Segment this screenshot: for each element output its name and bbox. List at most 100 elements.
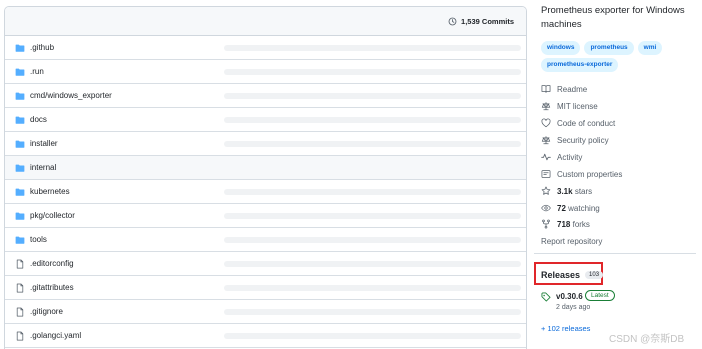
custom-properties-label: Custom properties [557,169,623,179]
file-name[interactable]: .run [30,67,44,76]
commit-message-placeholder [224,261,521,267]
file-name[interactable]: installer [30,139,58,148]
tag-icon [541,292,551,302]
file-name[interactable]: pkg/collector [30,211,75,220]
release-date: 2 days ago [556,304,591,311]
file-name[interactable]: kubernetes [30,187,70,196]
license-label: MIT license [557,101,598,111]
folder-icon [15,44,25,52]
pulse-icon [541,153,551,161]
conduct-label: Code of conduct [557,118,616,128]
commit-message-placeholder [224,285,521,291]
heart-icon [541,118,551,128]
commits-link[interactable]: 1,539 Commits [448,17,514,26]
file-list-header: 1,539 Commits [5,7,526,36]
security-label: Security policy [557,135,609,145]
file-name[interactable]: .gitattributes [30,283,74,292]
commit-message-placeholder [224,237,521,243]
file-row-cmd[interactable]: cmd/windows_exporter [5,84,526,108]
stars-count: 3.1k [557,186,573,196]
custom-properties-link[interactable]: Custom properties [541,169,622,179]
folder-icon [15,164,25,172]
commit-message-placeholder [224,309,521,315]
file-row-gitattributes[interactable]: .gitattributes [5,276,526,300]
law-icon [541,136,551,145]
latest-badge: Latest [585,290,615,301]
repo-description: Prometheus exporter for Windows machines [541,5,685,30]
file-row-internal[interactable]: internal [5,156,526,180]
readme-label: Readme [557,84,588,94]
commit-message-placeholder [224,213,521,219]
file-icon [16,307,24,317]
commit-message-placeholder [224,69,521,75]
file-row-gitignore[interactable]: .gitignore [5,300,526,324]
file-name[interactable]: .editorconfig [30,259,74,268]
repo-sidebar: Prometheus exporter for Windows machines… [534,0,702,349]
file-name[interactable]: docs [30,115,47,124]
topic-windows[interactable]: windows [541,41,581,55]
security-policy-link[interactable]: Security policy [541,135,609,145]
forks-label: forks [572,219,590,229]
activity-label: Activity [557,152,583,162]
file-name[interactable]: internal [30,163,56,172]
commit-message-placeholder [224,141,521,147]
folder-icon [15,68,25,76]
folder-icon [15,92,25,100]
forks-link[interactable]: 718 forks [541,219,590,229]
forks-count: 718 [557,219,571,229]
file-row-pkg-collector[interactable]: pkg/collector [5,204,526,228]
topics-list: windows prometheus wmi prometheus-export… [541,41,696,72]
file-name[interactable]: cmd/windows_exporter [30,91,112,100]
topic-wmi[interactable]: wmi [637,41,663,55]
file-row-run[interactable]: .run [5,60,526,84]
watching-label: watching [568,203,600,213]
file-name[interactable]: tools [30,235,47,244]
readme-link[interactable]: Readme [541,84,587,94]
watermark: CSDN @奈斯DB [609,334,685,345]
latest-release-link[interactable]: v0.30.6 [556,292,583,301]
commits-label: 1,539 Commits [461,16,514,26]
code-of-conduct-link[interactable]: Code of conduct [541,118,615,128]
file-row-installer[interactable]: installer [5,132,526,156]
stars-label: stars [574,186,593,196]
commit-message-placeholder [224,93,521,99]
releases-count-badge: 103 [585,271,604,279]
file-row-kubernetes[interactable]: kubernetes [5,180,526,204]
book-icon [541,85,551,93]
commit-message-placeholder [224,333,521,339]
file-name[interactable]: .github [30,43,54,52]
folder-icon [15,140,25,148]
stars-link[interactable]: 3.1k stars [541,186,592,196]
folder-icon [15,188,25,196]
file-icon [16,283,24,293]
file-row-docs[interactable]: docs [5,108,526,132]
history-icon [448,17,457,25]
more-releases-link[interactable]: + 102 releases [541,324,590,333]
file-row-golangci[interactable]: .golangci.yaml [5,324,526,348]
file-icon [16,259,24,269]
folder-icon [15,236,25,244]
releases-heading[interactable]: Releases 103 [541,270,604,280]
topic-prometheus-exporter[interactable]: prometheus-exporter [541,58,619,72]
file-row-editorconfig[interactable]: .editorconfig [5,252,526,276]
folder-icon [15,212,25,220]
file-name[interactable]: .golangci.yaml [30,331,81,340]
activity-link[interactable]: Activity [541,152,582,162]
star-icon [541,186,551,195]
commit-message-placeholder [224,189,521,195]
file-row-tools[interactable]: tools [5,228,526,252]
license-link[interactable]: MIT license [541,101,598,111]
topic-prometheus[interactable]: prometheus [584,41,634,55]
watching-count: 72 [557,203,566,213]
file-name[interactable]: .gitignore [30,307,63,316]
folder-icon [15,116,25,124]
report-repository-link[interactable]: Report repository [541,237,602,246]
file-row-github[interactable]: .github [5,36,526,60]
file-list: 1,539 Commits .github .run cmd/windows_e… [4,6,527,349]
note-icon [541,170,551,178]
repo-forked-icon [542,219,550,229]
law-icon [541,102,551,111]
file-icon [16,331,24,341]
sidebar-divider [534,253,696,254]
watchers-link[interactable]: 72 watching [541,203,600,213]
